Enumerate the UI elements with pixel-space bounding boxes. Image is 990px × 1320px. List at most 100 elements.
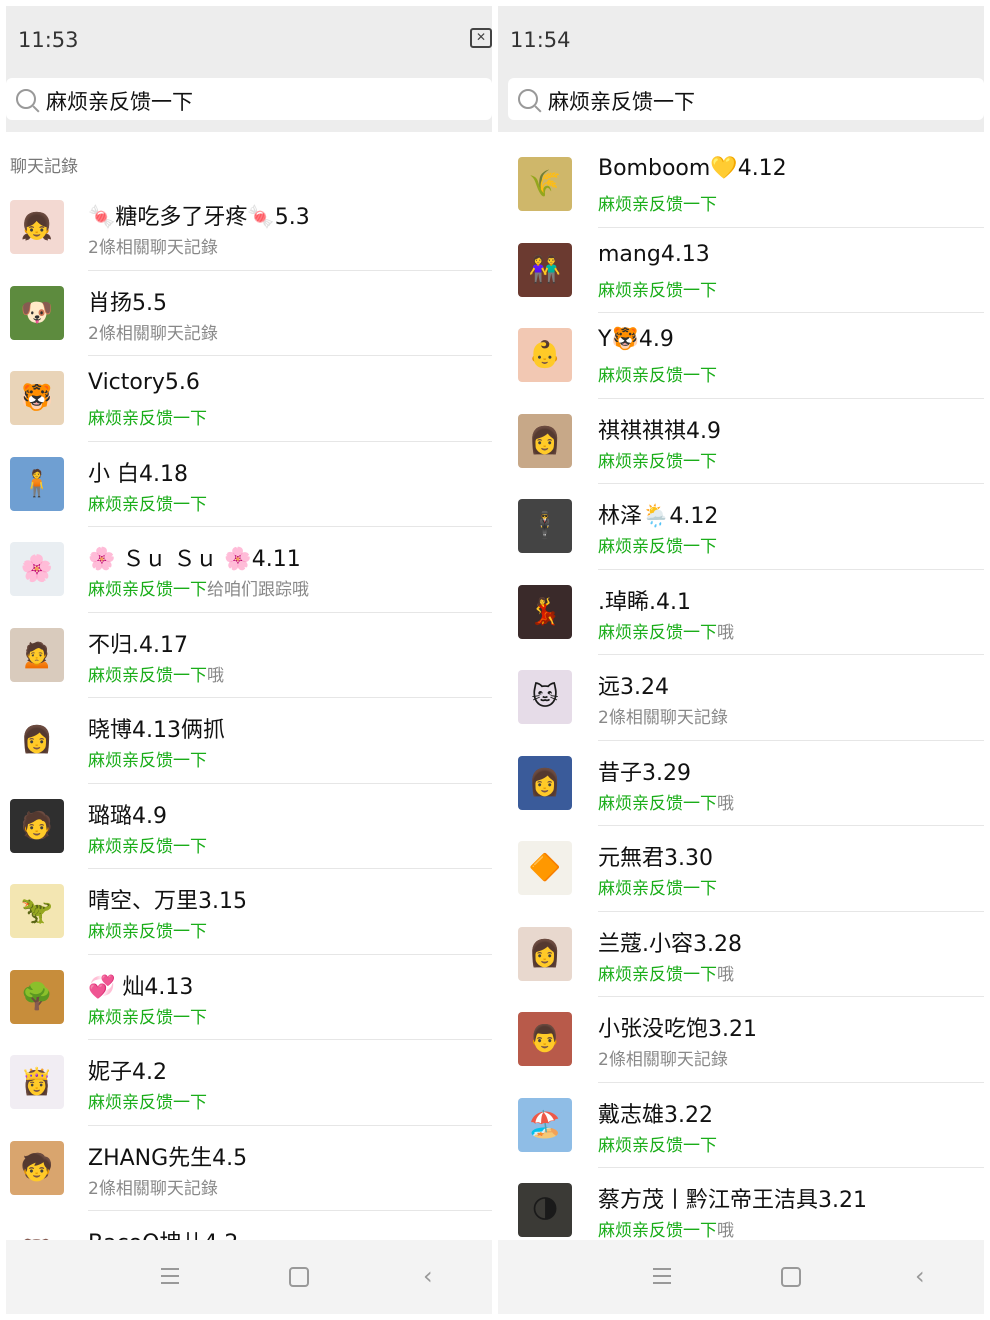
message-snippet: 麻烦亲反馈一下	[88, 490, 207, 515]
message-snippet-match: 麻烦亲反馈一下	[88, 836, 207, 857]
contact-name: Y🐯4.9	[598, 327, 674, 352]
message-snippet-match: 麻烦亲反馈一下	[598, 622, 717, 643]
contact-avatar: 🌾	[518, 157, 572, 211]
menu-icon[interactable]	[161, 1268, 179, 1289]
contact-name: Victory5.6	[88, 370, 200, 395]
message-snippet: 麻烦亲反馈一下哦	[598, 960, 734, 985]
contact-name: mang4.13	[598, 241, 710, 267]
chat-record-row[interactable]: 🐱 远3.24 2條相關聊天記錄	[498, 655, 984, 741]
message-snippet: 2條相關聊天記錄	[88, 233, 218, 258]
contact-avatar: 🌸	[10, 542, 64, 596]
contact-avatar: 🧒	[10, 1140, 64, 1195]
contact-name: 小张没吃饱3.21	[598, 1017, 757, 1042]
message-snippet-match: 麻烦亲反馈一下	[88, 922, 207, 942]
contact-name: 戴志雄3.22	[598, 1102, 713, 1128]
right-screenshot-panel: 11:54 麻烦亲反馈一下 🌾 Bomboom💛4.12 麻烦亲反馈一下 👫 mang4…	[498, 6, 984, 1314]
message-snippet: 麻烦亲反馈一下给咱们跟踪哦	[88, 575, 309, 600]
search-input[interactable]: 麻烦亲反馈一下	[508, 78, 984, 120]
contact-name: ZHANG先生4.5	[88, 1145, 248, 1171]
chat-record-row[interactable]: 🐶 肖扬5.5 2條相關聊天記錄	[6, 271, 492, 356]
chat-record-list: 👧 🍬糖吃多了牙疼🍬5.3 2條相關聊天記錄 🐶 肖扬5.5 2條相關聊天記錄 🐯 Victo…	[6, 185, 492, 1297]
back-icon[interactable]: ‹	[915, 1262, 925, 1290]
contact-avatar: 🧍	[10, 456, 64, 511]
chat-record-row[interactable]: 💃 .琸睎.4.1 麻烦亲反馈一下哦	[498, 570, 984, 655]
message-snippet-match: 麻烦亲反馈一下	[598, 280, 717, 301]
message-snippet-match: 2條相關聊天記錄	[88, 1178, 218, 1199]
search-bar: 麻烦亲反馈一下	[498, 78, 984, 132]
contact-name: 晓博4.13俩抓	[88, 718, 225, 743]
contact-name: 晴空、万里3.15	[88, 889, 247, 914]
back-icon[interactable]: ‹	[423, 1262, 433, 1290]
contact-avatar: 🐯	[10, 371, 64, 425]
message-snippet-match: 麻烦亲反馈一下	[598, 879, 717, 899]
contact-name: 🍬糖吃多了牙疼🍬5.3	[88, 205, 310, 230]
message-snippet: 麻烦亲反馈一下	[598, 447, 717, 472]
message-snippet-match: 2條相關聊天記錄	[598, 1050, 728, 1070]
contact-avatar: 🐶	[10, 285, 64, 340]
contact-name: 璐璐4.9	[88, 803, 167, 829]
chat-record-row[interactable]: 🌾 Bomboom💛4.12 麻烦亲反馈一下	[498, 142, 984, 228]
chat-record-row[interactable]: 👨 小张没吃饱3.21 2條相關聊天記錄	[498, 997, 984, 1083]
contact-name: 元無君3.30	[598, 846, 713, 871]
menu-icon[interactable]	[653, 1268, 671, 1289]
message-snippet-match: 麻烦亲反馈一下	[598, 793, 717, 814]
chat-record-row[interactable]: 👧 🍬糖吃多了牙疼🍬5.3 2條相關聊天記錄	[6, 185, 492, 271]
message-snippet-match: 麻烦亲反馈一下	[598, 195, 717, 215]
chat-record-row[interactable]: 🏖️ 戴志雄3.22 麻烦亲反馈一下	[498, 1083, 984, 1168]
contact-avatar: 👨	[518, 1012, 572, 1066]
chat-record-row[interactable]: 👩 昔子3.29 麻烦亲反馈一下哦	[498, 741, 984, 826]
chat-record-row[interactable]: 👸 妮子4.2 麻烦亲反馈一下	[6, 1040, 492, 1126]
clear-search-icon[interactable]: ✕	[470, 28, 492, 48]
message-snippet: 2條相關聊天記錄	[598, 703, 728, 728]
contact-avatar: 🌗	[518, 1183, 572, 1237]
contact-avatar: 👧	[10, 200, 64, 254]
home-icon[interactable]	[781, 1267, 801, 1287]
chat-record-row[interactable]: 🧍 小 白4.18 麻烦亲反馈一下	[6, 442, 492, 527]
chat-record-row[interactable]: 🦖 晴空、万里3.15 麻烦亲反馈一下	[6, 869, 492, 955]
contact-avatar: 👩	[518, 755, 572, 810]
android-nav-bar: ‹	[6, 1240, 492, 1314]
contact-name: .琸睎.4.1	[598, 589, 691, 615]
chat-record-row[interactable]: 👩 祺祺祺祺4.9 麻烦亲反馈一下	[498, 399, 984, 484]
search-query-text: 麻烦亲反馈一下	[46, 90, 193, 114]
android-nav-bar: ‹	[498, 1240, 984, 1314]
message-snippet-match: 麻烦亲反馈一下	[598, 366, 717, 386]
contact-name: 小 白4.18	[88, 461, 188, 487]
chat-record-row[interactable]: 👩 兰蔻.小容3.28 麻烦亲反馈一下哦	[498, 912, 984, 997]
contact-name: 兰蔻.小容3.28	[598, 931, 742, 957]
message-snippet: 麻烦亲反馈一下	[598, 190, 717, 215]
message-snippet: 麻烦亲反馈一下	[598, 361, 717, 386]
contact-name: 昔子3.29	[598, 760, 691, 786]
status-time: 11:53	[18, 28, 79, 52]
contact-avatar: 👩	[518, 926, 572, 981]
message-snippet: 麻烦亲反馈一下	[598, 1131, 717, 1156]
message-snippet: 麻烦亲反馈一下	[598, 532, 717, 557]
chat-record-row[interactable]: 👩 晓博4.13俩抓 麻烦亲反馈一下	[6, 698, 492, 784]
contact-name: 🌸 Ｓｕ Ｓｕ 🌸4.11	[88, 547, 301, 572]
message-snippet-match: 麻烦亲反馈一下	[598, 1221, 717, 1241]
chat-record-row[interactable]: 🧒 ZHANG先生4.5 2條相關聊天記錄	[6, 1126, 492, 1211]
message-snippet: 麻烦亲反馈一下哦	[598, 789, 734, 814]
message-snippet: 2條相關聊天記錄	[88, 319, 218, 344]
chat-record-row[interactable]: 🌸 🌸 Ｓｕ Ｓｕ 🌸4.11 麻烦亲反馈一下给咱们跟踪哦	[6, 527, 492, 613]
contact-avatar: 👫	[518, 242, 572, 297]
chat-record-row[interactable]: 🙍 不归.4.17 麻烦亲反馈一下哦	[6, 613, 492, 698]
contact-name: 💞 灿4.13	[88, 974, 194, 1000]
contact-avatar: 🧑	[10, 798, 64, 853]
chat-record-row[interactable]: 🕴️ 林泽🌦️4.12 麻烦亲反馈一下	[498, 484, 984, 570]
status-bar: 11:53 ✕	[6, 6, 492, 78]
message-snippet: 2條相關聊天記錄	[598, 1045, 728, 1070]
message-snippet-match: 麻烦亲反馈一下	[598, 1135, 717, 1156]
chat-record-row[interactable]: 🧑 璐璐4.9 麻烦亲反馈一下	[6, 784, 492, 869]
chat-record-row[interactable]: 👫 mang4.13 麻烦亲反馈一下	[498, 228, 984, 313]
chat-record-row[interactable]: 🌳 💞 灿4.13 麻烦亲反馈一下	[6, 955, 492, 1040]
message-snippet-match: 麻烦亲反馈一下	[598, 964, 717, 985]
home-icon[interactable]	[289, 1267, 309, 1287]
chat-record-row[interactable]: 🔶 元無君3.30 麻烦亲反馈一下	[498, 826, 984, 912]
status-time: 11:54	[510, 28, 571, 52]
section-label-chat-records: 聊天記錄	[6, 132, 492, 185]
search-input[interactable]: 麻烦亲反馈一下	[6, 78, 492, 120]
message-snippet: 麻烦亲反馈一下	[88, 1088, 207, 1113]
chat-record-row[interactable]: 🐯 Victory5.6 麻烦亲反馈一下	[6, 356, 492, 442]
chat-record-row[interactable]: 👶 Y🐯4.9 麻烦亲反馈一下	[498, 313, 984, 399]
